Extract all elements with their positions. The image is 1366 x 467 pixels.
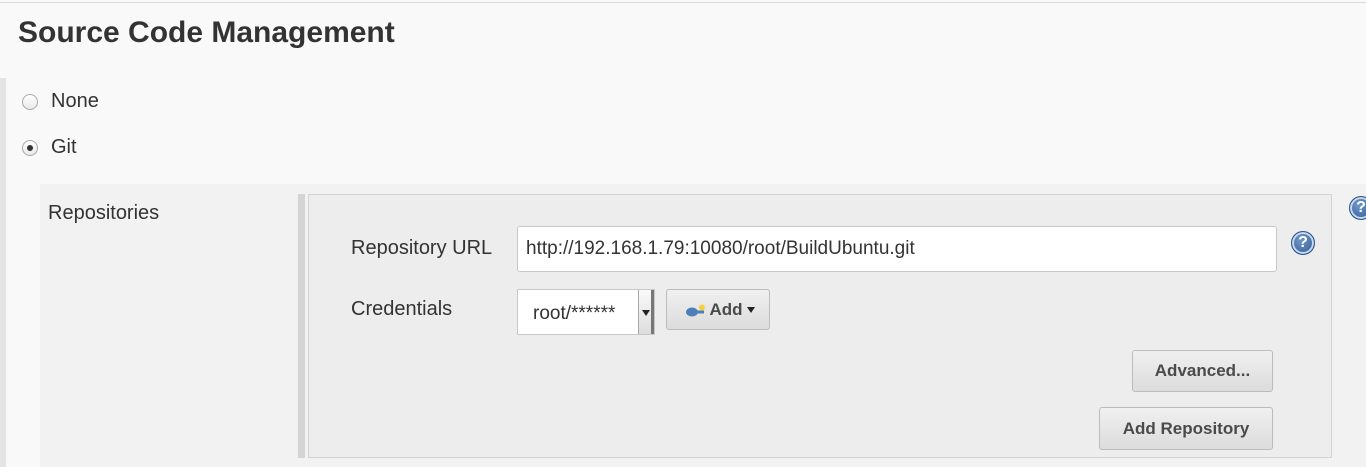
radio-label-git[interactable]: Git xyxy=(51,136,77,159)
credentials-select[interactable]: root/****** xyxy=(517,289,655,335)
help-icon[interactable]: ? xyxy=(1291,231,1315,255)
radio-none[interactable] xyxy=(22,93,38,110)
section-title: Source Code Management xyxy=(18,16,395,49)
advanced-button[interactable]: Advanced... xyxy=(1132,350,1273,392)
section-left-bar xyxy=(0,78,6,467)
dropdown-caret-icon xyxy=(747,307,755,313)
credentials-selected-value: root/****** xyxy=(533,303,616,324)
key-icon xyxy=(685,303,707,317)
chevron-down-icon[interactable] xyxy=(638,290,654,334)
scm-option-none[interactable]: None xyxy=(22,90,99,113)
repository-url-input[interactable] xyxy=(517,226,1277,272)
top-divider xyxy=(0,2,1366,3)
credentials-label: Credentials xyxy=(351,298,453,320)
add-credentials-label: Add xyxy=(709,299,743,319)
scm-option-git[interactable]: Git xyxy=(22,136,77,159)
repository-url-label: Repository URL xyxy=(351,237,493,259)
add-credentials-button[interactable]: Add xyxy=(666,289,770,330)
radio-git[interactable] xyxy=(22,139,38,156)
repository-drag-handle[interactable] xyxy=(298,194,305,458)
radio-label-none[interactable]: None xyxy=(51,90,99,113)
help-icon[interactable]: ? xyxy=(1349,196,1366,220)
add-repository-button[interactable]: Add Repository xyxy=(1099,407,1273,450)
repositories-label: Repositories xyxy=(48,202,160,224)
